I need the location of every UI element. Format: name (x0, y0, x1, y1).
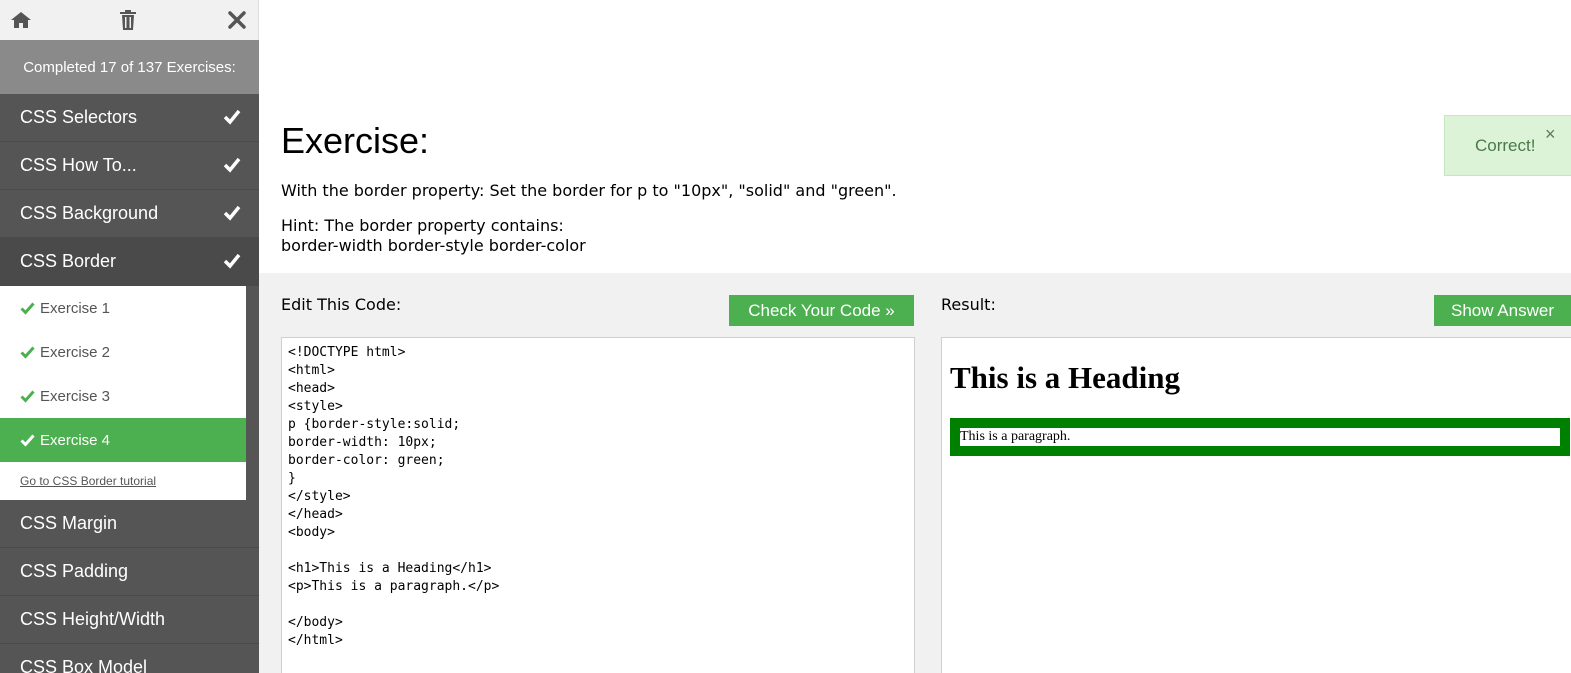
trash-button[interactable] (113, 6, 143, 34)
result-frame: This is a Heading This is a paragraph. (941, 337, 1571, 673)
exercise-instruction: With the border property: Set the border… (281, 181, 897, 200)
home-button[interactable] (6, 6, 36, 34)
exercise-item-3[interactable]: Exercise 3 (0, 374, 246, 418)
progress-text: Completed 17 of 137 Exercises: (0, 40, 259, 94)
sidebar-item-css-background[interactable]: CSS Background (0, 190, 259, 238)
toast-message: Correct! (1475, 136, 1536, 155)
sidebar-item-css-margin[interactable]: CSS Margin (0, 500, 259, 548)
check-icon (223, 253, 241, 269)
sidebar-toolbar (0, 0, 259, 40)
toast-close-icon[interactable]: × (1545, 124, 1556, 145)
edit-code-label: Edit This Code: (281, 295, 402, 314)
close-icon (228, 11, 246, 29)
check-code-button[interactable]: Check Your Code » (729, 295, 914, 326)
sidebar-item-css-selectors[interactable]: CSS Selectors (0, 94, 259, 142)
exercise-label: Exercise 2 (40, 343, 111, 361)
check-icon (223, 205, 241, 221)
workspace: Edit This Code: Check Your Code » Result… (259, 273, 1571, 673)
exercise-item-1[interactable]: Exercise 1 (0, 286, 246, 330)
sidebar-item-label: CSS How To... (20, 155, 137, 175)
result-paragraph: This is a paragraph. (950, 418, 1570, 456)
sidebar-item-css-padding[interactable]: CSS Padding (0, 548, 259, 596)
result-heading: This is a Heading (950, 360, 1180, 395)
exercise-item-2[interactable]: Exercise 2 (0, 330, 246, 374)
main-content: Exercise: With the border property: Set … (259, 0, 1571, 673)
check-icon (223, 109, 241, 125)
sidebar: Completed 17 of 137 Exercises: CSS Selec… (0, 0, 259, 673)
exercise-list: Exercise 1 Exercise 2 Exercise 3 Exercis… (0, 286, 246, 500)
check-icon (20, 434, 35, 447)
sidebar-item-label: CSS Border (20, 251, 117, 271)
sidebar-item-label: CSS Margin (20, 513, 118, 533)
sidebar-item-label: CSS Height/Width (20, 609, 166, 629)
tutorial-link[interactable]: Go to CSS Border tutorial (0, 462, 246, 500)
exercise-hint-line1: Hint: The border property contains: (281, 216, 564, 235)
exercise-title: Exercise: (281, 120, 430, 161)
exercise-hint-line2: border-width border-style border-color (281, 236, 586, 255)
sidebar-item-label: CSS Padding (20, 561, 129, 581)
sidebar-item-label: CSS Box Model (20, 657, 148, 673)
result-label: Result: (941, 295, 996, 314)
check-icon (20, 390, 35, 403)
sidebar-item-label: CSS Background (20, 203, 159, 223)
sidebar-item-css-height-width[interactable]: CSS Height/Width (0, 596, 259, 644)
exercise-label: Exercise 3 (40, 387, 111, 405)
home-icon (11, 12, 31, 28)
show-answer-button[interactable]: Show Answer (1434, 295, 1571, 326)
code-editor[interactable]: <!DOCTYPE html> <html> <head> <style> p … (281, 337, 915, 673)
trash-icon (120, 10, 136, 30)
check-icon (223, 157, 241, 173)
check-icon (20, 302, 35, 315)
exercise-label: Exercise 1 (40, 299, 111, 317)
sidebar-item-css-how-to[interactable]: CSS How To... (0, 142, 259, 190)
sidebar-item-label: CSS Selectors (20, 107, 138, 127)
sidebar-item-css-box-model[interactable]: CSS Box Model (0, 644, 259, 673)
exercise-label: Exercise 4 (40, 431, 111, 449)
exercise-item-4[interactable]: Exercise 4 (0, 418, 246, 462)
correct-toast: Correct! × (1444, 115, 1571, 176)
close-button[interactable] (222, 6, 252, 34)
check-icon (20, 346, 35, 359)
sidebar-item-css-border[interactable]: CSS Border (0, 238, 259, 286)
